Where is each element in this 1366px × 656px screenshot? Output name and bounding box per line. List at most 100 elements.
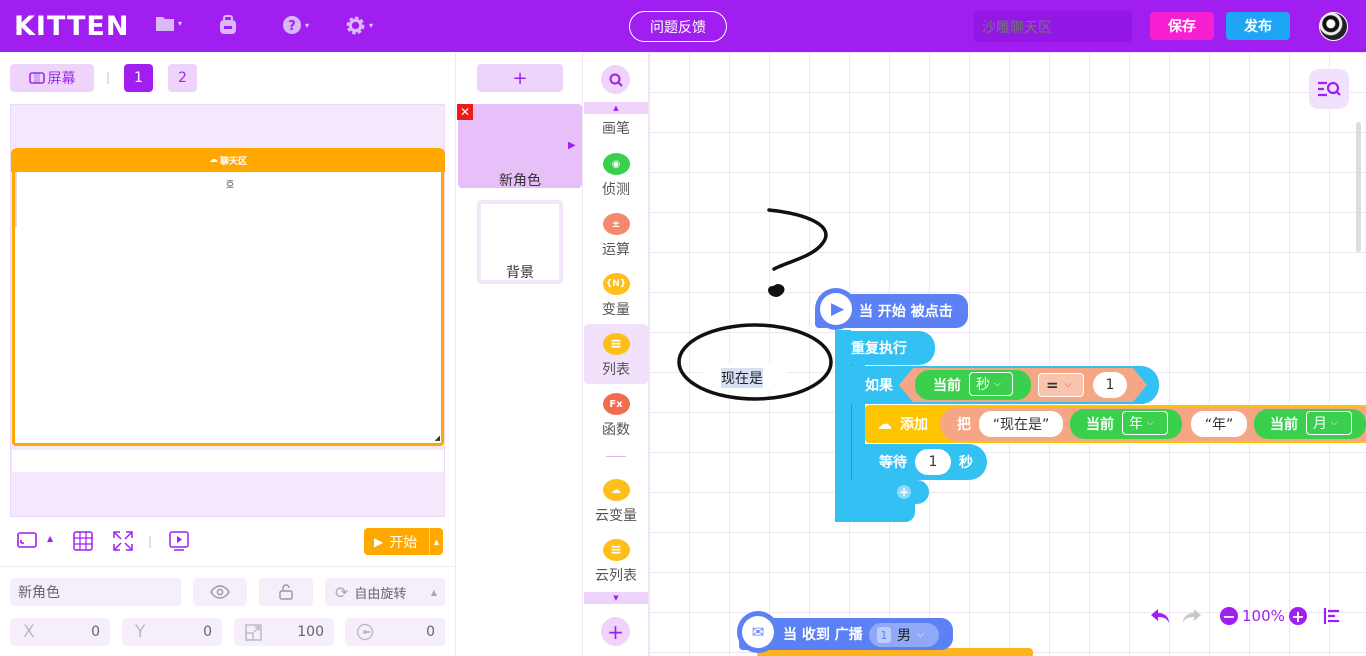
time-unit-dropdown[interactable]: 秒 ⌵ (969, 372, 1013, 396)
avatar[interactable] (1319, 12, 1348, 41)
functions-icon: Fx (602, 393, 630, 415)
add-extension-button[interactable]: + (601, 617, 630, 646)
if-footer (851, 480, 929, 504)
zoom-in-icon[interactable]: + (1288, 607, 1307, 626)
if-label: 如果 (865, 378, 893, 394)
page-tab-1[interactable]: 1 (124, 64, 153, 92)
stage-canvas[interactable]: ☁ 聊天区 ◢ 亞 (10, 104, 445, 517)
start-dropdown-icon[interactable]: ▲ (429, 528, 443, 555)
category-operators-label: 运算 (602, 242, 630, 258)
file-menu[interactable]: ▾ (155, 15, 182, 32)
size-field[interactable]: 100 (234, 618, 334, 646)
category-scroll-up-icon[interactable]: ▲ (584, 102, 648, 114)
category-variables[interactable]: {N} 变量 (584, 271, 648, 331)
page-tab-2[interactable]: 2 (168, 64, 197, 92)
forever-block[interactable]: 重复执行 (835, 331, 935, 365)
x-field[interactable]: X 0 (10, 618, 110, 646)
feedback-button[interactable]: 问题反馈 (629, 11, 727, 42)
year-label: 年 (1129, 416, 1143, 432)
y-field[interactable]: Y 0 (122, 618, 222, 646)
zoom-level: 100% (1242, 607, 1285, 625)
direction-icon (356, 623, 374, 641)
chevron-down-icon: ⌵ (1147, 418, 1154, 428)
sprite-name-field[interactable]: 新角色 (10, 578, 181, 606)
redo-icon (1183, 609, 1201, 623)
sprite-panel: + ✕ ▶ 新角色 背景 (455, 52, 583, 656)
start-label: 开始 (389, 534, 418, 551)
workspace-scrollbar[interactable] (1356, 122, 1361, 252)
project-title-input[interactable] (974, 11, 1132, 42)
chat-header-label: 聊天区 (219, 156, 247, 167)
lock-toggle[interactable] (259, 578, 313, 606)
block-search-button[interactable] (601, 65, 630, 94)
resize-handle-icon[interactable]: ◢ (435, 434, 440, 442)
receive-label: 当 收到 广播 (783, 627, 863, 643)
operator-dropdown[interactable]: = ⌵ (1038, 373, 1084, 397)
add-branch-button[interactable]: + (897, 485, 911, 499)
category-lists[interactable]: ≡ 列表 (584, 324, 648, 384)
current-label: 当前 (1086, 417, 1114, 433)
undo-button[interactable] (1149, 605, 1171, 627)
eye-icon (210, 585, 230, 599)
grid-icon (73, 531, 93, 551)
current-label: 当前 (1270, 417, 1298, 433)
add-sprite-button[interactable]: + (477, 64, 563, 92)
direction-field[interactable]: 0 (345, 618, 445, 646)
video-button[interactable] (169, 531, 189, 555)
wait-seconds-input[interactable]: 1 (915, 449, 951, 475)
category-pen-label: 画笔 (602, 121, 630, 137)
direction-value: 0 (426, 624, 435, 640)
rotation-mode-select[interactable]: ⟳ 自由旋转 ▲ (325, 578, 445, 606)
current-month-reporter[interactable]: 当前 月 ⌵ (1254, 409, 1366, 439)
divider (606, 456, 626, 457)
backpack-menu[interactable] (218, 15, 238, 35)
code-workspace[interactable]: 现在是 当 开始 被点击 ▶ 重复执行 如果 当前 秒 ⌵ = ⌵ 1 ☁ 添加 (649, 52, 1366, 656)
current-sec-reporter[interactable]: 当前 秒 ⌵ (915, 370, 1031, 400)
align-blocks-button[interactable] (1323, 605, 1341, 627)
save-button[interactable]: 保存 (1150, 12, 1214, 40)
sprite-arrow-icon[interactable]: ▶ (568, 140, 576, 151)
start-button[interactable]: ▶ 开始 ▲ (364, 528, 443, 555)
y-value: 0 (203, 624, 212, 640)
chat-window[interactable]: ◢ (12, 172, 444, 446)
current-year-reporter[interactable]: 当前 年 ⌵ (1070, 409, 1182, 439)
chat-scroll[interactable] (15, 172, 17, 227)
category-cloud-lists[interactable]: ≡ 云列表 (584, 537, 648, 597)
grid-button[interactable] (73, 531, 93, 555)
year-dropdown[interactable]: 年 ⌵ (1122, 411, 1168, 435)
settings-menu[interactable]: ▾ (345, 15, 373, 36)
chat-message: 亞 (226, 180, 234, 189)
forever-label: 重复执行 (851, 341, 907, 357)
month-dropdown[interactable]: 月 ⌵ (1306, 411, 1352, 435)
play-icon: ▶ (374, 534, 384, 549)
eq-label: = (1046, 376, 1059, 394)
category-lists-label: 列表 (602, 362, 630, 378)
redo-button[interactable] (1181, 605, 1203, 627)
category-cloud-variables[interactable]: ☁ 云变量 (584, 477, 648, 537)
visibility-toggle[interactable] (193, 578, 247, 606)
category-functions[interactable]: Fx 函数 (584, 391, 648, 451)
year-text-input[interactable]: “年” (1191, 411, 1247, 437)
workspace-search-button[interactable] (1309, 69, 1349, 109)
category-sensing[interactable]: ◉ 侦测 (584, 151, 648, 211)
stage-size-button[interactable] (17, 532, 37, 552)
help-menu[interactable]: ? ▾ (282, 15, 309, 35)
fullscreen-button[interactable] (113, 531, 133, 555)
screen-button[interactable]: 屏幕 (10, 64, 94, 92)
zoom-out-icon[interactable]: − (1220, 607, 1238, 626)
block-categories: ▲ 画笔 ◉ 侦测 ± 运算 {N} 变量 ≡ 列表 Fx 函数 ☁ 云变量 ≡… (583, 52, 649, 656)
stage-size-caret-icon[interactable]: ▲ (47, 534, 53, 543)
delete-sprite-icon[interactable]: ✕ (457, 104, 473, 120)
broadcast-dropdown[interactable]: 1 男 ⌵ (869, 623, 939, 647)
current-label: 当前 (933, 378, 961, 394)
publish-button[interactable]: 发布 (1226, 12, 1290, 40)
divider (0, 566, 455, 567)
unlock-icon (279, 584, 293, 600)
category-operators[interactable]: ± 运算 (584, 211, 648, 271)
lists-icon: ≡ (602, 333, 630, 355)
category-scroll-down-icon[interactable]: ▼ (584, 592, 648, 604)
now-is-text-input[interactable]: “现在是” (979, 411, 1063, 437)
category-cloud-lists-label: 云列表 (595, 568, 637, 584)
sec-label: 秒 (976, 377, 990, 393)
compare-value-input[interactable]: 1 (1093, 372, 1127, 398)
